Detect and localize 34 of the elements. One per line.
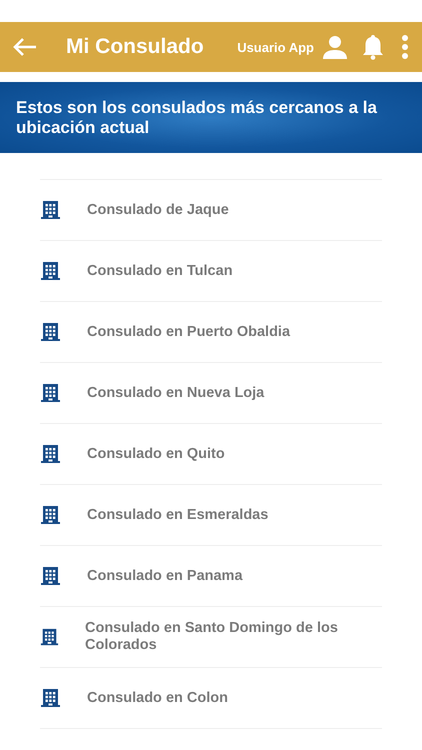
consulate-name: Consulado de Jaque (87, 202, 229, 218)
building-icon (40, 200, 61, 220)
building-icon (40, 626, 59, 648)
user-icon[interactable] (322, 34, 348, 60)
building-icon (40, 322, 61, 342)
consulate-item[interactable]: Consulado en Quito (40, 424, 382, 485)
consulate-item[interactable]: Consulado en Santo Domingo de los Colorados (40, 607, 382, 668)
consulate-item[interactable]: Consulado en Puerto Obaldia (40, 302, 382, 363)
consulate-item[interactable]: Consulado en Colon (40, 668, 382, 729)
consulate-name: Consulado en Colon (87, 690, 228, 706)
consulate-name: Consulado en Tulcan (87, 262, 233, 280)
consulate-item[interactable]: Consulado de Jaque (40, 180, 382, 241)
more-menu-icon[interactable] (400, 34, 410, 60)
back-button[interactable] (12, 37, 38, 57)
consulate-name: Consulado en Esmeraldas (87, 506, 268, 524)
building-icon (40, 444, 61, 464)
consulate-name: Consulado en Nueva Loja (87, 384, 264, 402)
user-name: Usuario App (237, 40, 314, 54)
building-icon (40, 504, 61, 526)
building-icon (40, 260, 61, 282)
building-icon (40, 688, 61, 708)
bell-icon[interactable] (362, 34, 384, 60)
consulate-name: Consulado en Puerto Obaldia (87, 324, 290, 340)
consulate-item[interactable]: Consulado en Nueva Loja (40, 363, 382, 424)
consulate-name: Consulado en Quito (87, 446, 225, 462)
consulate-item[interactable]: Consulado en Tulcan (40, 241, 382, 302)
page-title: Mi Consulado (66, 35, 205, 59)
consulate-name: Consulado en Panama (87, 568, 243, 584)
consulate-name: Consulado en Santo Domingo de los Colorados (84, 620, 339, 654)
consulate-item[interactable]: Consulado en Panama (40, 546, 382, 607)
consulate-item[interactable]: Consulado en Esmeraldas (40, 485, 382, 546)
building-icon (40, 382, 61, 404)
building-icon (40, 566, 61, 586)
banner-text: Estos son los consulados más cercanos a la ubicación actual (16, 98, 378, 138)
